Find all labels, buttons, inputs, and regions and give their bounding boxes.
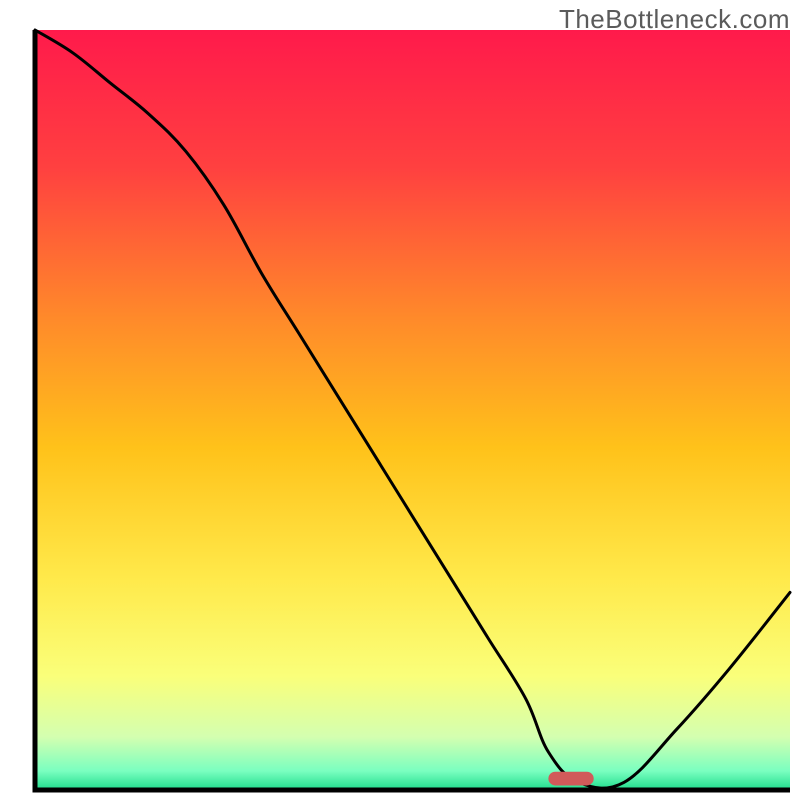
chart-container: { "watermark": "TheBottleneck.com", "cha…	[0, 0, 800, 800]
bottleneck-chart	[0, 0, 800, 800]
optimal-marker	[548, 772, 593, 786]
plot-background	[35, 30, 790, 790]
watermark-text: TheBottleneck.com	[559, 4, 790, 35]
